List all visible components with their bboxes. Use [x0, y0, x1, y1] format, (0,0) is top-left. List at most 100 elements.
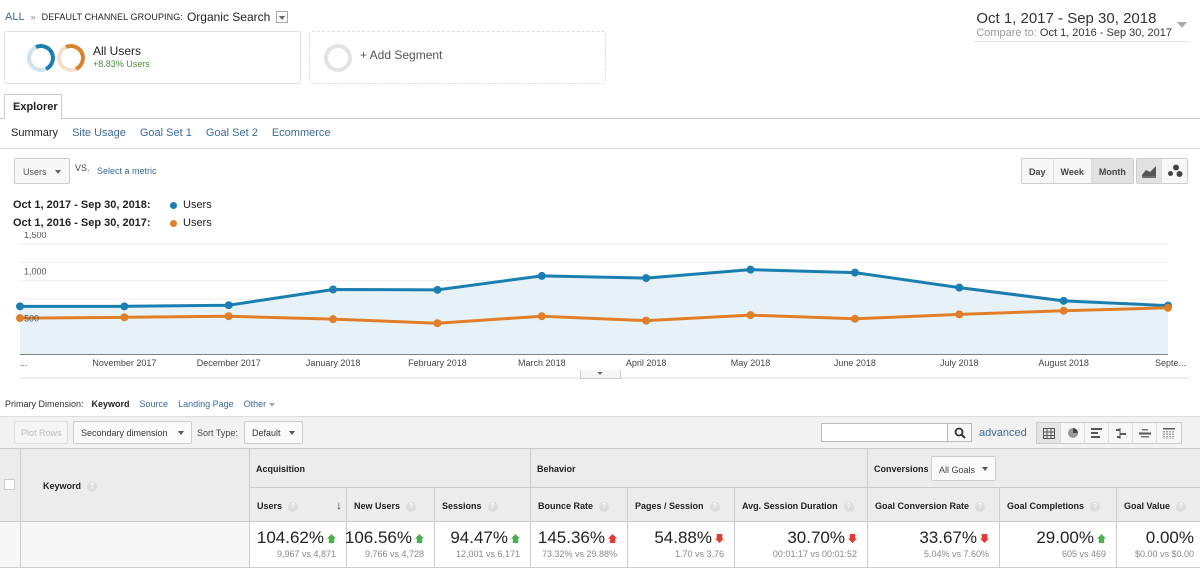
arrow-up-icon [327, 534, 336, 544]
term-cloud-view-button[interactable] [1133, 423, 1157, 443]
data-point [1059, 296, 1068, 305]
breadcrumb-all-link[interactable]: ALL [5, 11, 25, 23]
help-icon[interactable]: ? [487, 501, 498, 512]
help-icon[interactable]: ? [843, 501, 854, 512]
metric-change-percent: 106.56% [345, 528, 424, 548]
column-header[interactable]: Avg. Session Duration? [735, 488, 868, 522]
legend-period: Oct 1, 2017 - Sep 30, 2018: [13, 199, 151, 211]
period-day-button[interactable]: Day [1022, 159, 1054, 183]
data-point [120, 302, 129, 311]
x-tick-label: Septe... [1155, 358, 1186, 368]
metric-total-cell: 29.00% 605 vs 469 [1000, 522, 1117, 568]
subtab-summary[interactable]: Summary [11, 127, 58, 139]
date-range-main: Oct 1, 2017 - Sep 30, 2018 [976, 10, 1157, 27]
grouping-dropdown-icon[interactable] [276, 11, 289, 23]
data-point [224, 301, 233, 310]
secondary-dimension-label: Secondary dimension [81, 428, 168, 438]
pie-view-button[interactable] [1061, 423, 1085, 443]
help-icon[interactable]: ? [975, 501, 986, 512]
advanced-filter-link[interactable]: advanced [979, 427, 1027, 439]
subtab-site-usage[interactable]: Site Usage [72, 127, 126, 139]
chart-x-ticks: ... November 2017 December 2017 January 201… [20, 358, 1186, 368]
goals-select[interactable]: All Goals [931, 456, 996, 481]
select-metric-link[interactable]: Select a metric [97, 166, 157, 176]
subtab-ecommerce[interactable]: Ecommerce [272, 127, 331, 139]
x-tick-label: February 2018 [408, 358, 467, 368]
users-line-chart: 500 1,000 1,500 ... November 2017 December 2… [16, 232, 1190, 379]
help-icon[interactable]: ? [1176, 501, 1187, 512]
subtab-goal-set-2[interactable]: Goal Set 2 [206, 127, 258, 139]
breadcrumb-grouping-label: DEFAULT CHANNEL GROUPING: [41, 12, 183, 22]
arrow-up-icon [415, 534, 424, 544]
keyword-header-text: Keyword [43, 481, 82, 491]
chevron-down-icon [982, 467, 988, 471]
metric-comparison: 9,766 vs 4,728 [364, 549, 424, 559]
help-icon[interactable]: ? [599, 501, 610, 512]
period-week-button[interactable]: Week [1053, 159, 1092, 183]
dimension-other[interactable]: Other [244, 399, 276, 409]
column-header-text: New Users [354, 501, 401, 511]
line-chart-button[interactable] [1137, 159, 1162, 183]
search-button[interactable] [948, 423, 972, 442]
column-header[interactable]: Sessions? [435, 488, 531, 522]
column-header[interactable]: Goal Completions? [1000, 488, 1117, 522]
data-table-view-button[interactable] [1037, 423, 1061, 443]
column-header[interactable]: Bounce Rate? [531, 488, 628, 522]
dimension-landing-page[interactable]: Landing Page [178, 399, 234, 409]
segment-all-users[interactable]: All Users +8.83% Users [4, 31, 301, 84]
metric-total-cell: 145.36% 73.32% vs 29.88% [531, 522, 628, 568]
chevron-down-icon [269, 402, 276, 407]
line-chart-icon [1142, 166, 1156, 178]
data-point [955, 283, 964, 292]
metric-select[interactable]: Users [14, 158, 70, 184]
date-range-caret-icon[interactable] [1177, 22, 1187, 28]
motion-chart-icon [1167, 164, 1182, 177]
select-all-checkbox[interactable] [4, 479, 15, 490]
pivot-view-button[interactable] [1157, 423, 1181, 443]
help-icon[interactable]: ? [709, 501, 720, 512]
tab-explorer[interactable]: Explorer [4, 94, 62, 119]
dimension-keyword[interactable]: Keyword [92, 399, 130, 409]
dimension-source[interactable]: Source [140, 399, 169, 409]
data-point [955, 310, 964, 319]
motion-chart-button[interactable] [1162, 159, 1187, 183]
keyword-header[interactable]: Keyword? [21, 449, 250, 522]
dimension-other-label: Other [243, 399, 267, 409]
help-icon[interactable]: ? [1090, 501, 1101, 512]
x-tick-label: June 2018 [834, 358, 876, 368]
metric-comparison: 00:01:17 vs 00:01:52 [772, 549, 857, 559]
comparison-view-button[interactable] [1109, 423, 1133, 443]
secondary-dimension-select[interactable]: Secondary dimension [73, 421, 192, 444]
plot-rows-button[interactable]: Plot Rows [14, 421, 68, 444]
metric-change-percent: 104.62% [257, 528, 336, 548]
data-point [433, 319, 442, 328]
metric-change-value: 106.56% [344, 528, 412, 547]
column-header-label: Goal Value? [1124, 501, 1187, 512]
data-point [329, 315, 338, 324]
period-month-button[interactable]: Month [1091, 159, 1133, 183]
sort-type-select[interactable]: Default [244, 421, 303, 444]
data-point [537, 312, 546, 321]
column-header[interactable]: Pages / Session? [628, 488, 735, 522]
metric-change-percent: 29.00% [1036, 528, 1106, 548]
x-tick-label: ... [20, 358, 28, 368]
performance-view-button[interactable] [1085, 423, 1109, 443]
table-search-input[interactable] [821, 423, 948, 442]
sort-descending-icon[interactable]: ↓ [336, 498, 342, 512]
add-segment-button[interactable]: + Add Segment [309, 31, 606, 84]
help-icon[interactable]: ? [406, 501, 417, 512]
subtab-goal-set-1[interactable]: Goal Set 1 [140, 127, 192, 139]
data-point [1059, 306, 1068, 315]
column-header[interactable]: Goal Value? [1117, 488, 1200, 522]
column-header[interactable]: Users? ↓ [250, 488, 347, 522]
help-icon[interactable]: ? [288, 501, 299, 512]
data-table-icon [1042, 427, 1055, 439]
column-header[interactable]: Goal Conversion Rate? [868, 488, 1000, 522]
help-icon[interactable]: ? [87, 481, 98, 492]
chart-collapse-handle[interactable] [580, 370, 621, 379]
conversions-label: Conversions [874, 464, 929, 474]
column-header[interactable]: New Users? [347, 488, 435, 522]
data-point [224, 312, 233, 321]
metric-total-cell: 94.47% 12,001 vs 6,171 [435, 522, 531, 568]
date-range-picker[interactable]: Oct 1, 2017 - Sep 30, 2018 Compare to: O… [976, 10, 1172, 39]
